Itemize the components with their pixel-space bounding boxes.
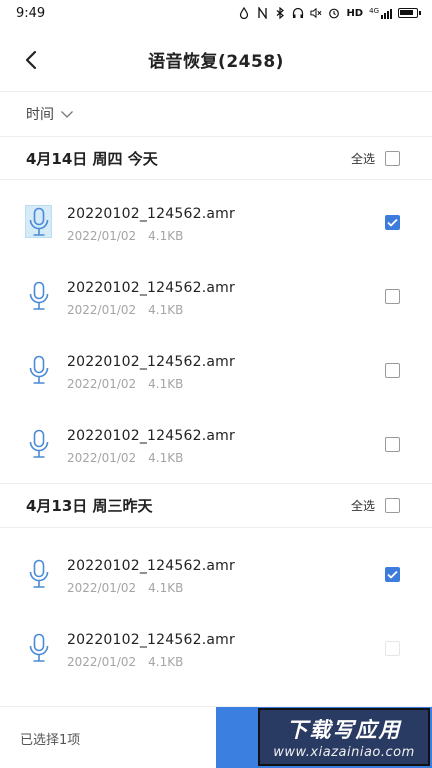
select-all-label: 全选	[350, 151, 375, 166]
watermark-url: www.xiazainiao.com	[273, 745, 415, 760]
group-title: 4月14日 周四 今天	[26, 149, 158, 168]
select-all-checkbox[interactable]	[385, 497, 400, 513]
select-all-label: 全选	[350, 498, 375, 513]
file-date: 2022/01/02	[67, 303, 137, 317]
headphones-icon	[292, 7, 304, 19]
status-bar: 9:49 HD 4G	[0, 0, 432, 26]
selected-count: 已选择1项	[20, 733, 81, 748]
file-date: 2022/01/02	[67, 655, 137, 669]
file-size: 4.1KB	[148, 377, 184, 391]
microphone-icon	[25, 353, 52, 386]
page-title: 语音恢复(2458)	[148, 51, 284, 72]
list-item[interactable]: 20220102_124562.amr 2022/01/02 4.1KB	[0, 407, 432, 481]
checkmark-icon	[387, 570, 398, 579]
item-checkbox[interactable]	[385, 437, 400, 452]
back-button[interactable]	[20, 48, 44, 72]
group-divider	[0, 179, 432, 180]
group-title: 4月13日 周三昨天	[26, 496, 153, 515]
file-name: 20220102_124562.amr	[67, 206, 235, 222]
group-divider	[0, 527, 432, 528]
item-checkbox[interactable]	[385, 567, 400, 582]
signal-icon: 4G	[369, 6, 392, 19]
select-all-today[interactable]: 全选	[351, 150, 400, 167]
file-size: 4.1KB	[148, 451, 184, 465]
select-all-yesterday[interactable]: 全选	[351, 497, 400, 514]
list-item[interactable]: 20220102_124562.amr 2022/01/02 4.1KB	[0, 611, 432, 685]
chevron-down-icon	[61, 111, 73, 118]
alarm-icon	[328, 7, 340, 19]
group-header-yesterday: 4月13日 周三昨天 全选	[0, 484, 432, 526]
time-filter-dropdown[interactable]: 时间	[0, 92, 432, 136]
file-name: 20220102_124562.amr	[67, 280, 235, 296]
microphone-icon	[25, 205, 52, 238]
chevron-left-icon	[25, 50, 37, 70]
item-checkbox[interactable]	[385, 215, 400, 230]
file-size: 4.1KB	[148, 655, 184, 669]
list-item[interactable]: 20220102_124562.amr 2022/01/02 4.1KB	[0, 259, 432, 333]
file-name: 20220102_124562.amr	[67, 354, 235, 370]
file-size: 4.1KB	[148, 581, 184, 595]
time-filter-label: 时间	[26, 107, 54, 123]
hd-label: HD	[346, 7, 364, 19]
file-date: 2022/01/02	[67, 581, 137, 595]
microphone-icon	[25, 557, 52, 590]
file-name: 20220102_124562.amr	[67, 558, 235, 574]
microphone-icon	[25, 631, 52, 664]
list-item[interactable]: 20220102_124562.amr 2022/01/02 4.1KB	[0, 185, 432, 259]
group-header-today: 4月14日 周四 今天 全选	[0, 137, 432, 179]
watermark-logo: 下载写应用 www.xiazainiao.com	[258, 708, 430, 766]
file-date: 2022/01/02	[67, 229, 137, 243]
select-all-checkbox[interactable]	[385, 150, 400, 166]
file-date: 2022/01/02	[67, 377, 137, 391]
file-name: 20220102_124562.amr	[67, 632, 235, 648]
checkmark-icon	[387, 218, 398, 227]
file-date: 2022/01/02	[67, 451, 137, 465]
bluetooth-icon	[274, 7, 286, 19]
status-time: 9:49	[16, 5, 46, 21]
file-name: 20220102_124562.amr	[67, 428, 235, 444]
battery-icon	[398, 8, 421, 18]
nfc-icon	[256, 7, 268, 19]
file-size: 4.1KB	[148, 229, 184, 243]
water-drop-icon	[238, 7, 250, 19]
list-item[interactable]: 20220102_124562.amr 2022/01/02 4.1KB	[0, 537, 432, 611]
item-checkbox[interactable]	[385, 641, 400, 656]
item-checkbox[interactable]	[385, 289, 400, 304]
signal-label: 4G	[369, 6, 379, 15]
watermark-title: 下载写应用	[286, 718, 402, 742]
microphone-icon	[25, 279, 52, 312]
mute-vibrate-icon	[310, 7, 322, 19]
status-icons: HD 4G	[238, 6, 421, 19]
list-item[interactable]: 20220102_124562.amr 2022/01/02 4.1KB	[0, 333, 432, 407]
microphone-icon	[25, 427, 52, 460]
nav-bar: 语音恢复(2458)	[0, 26, 432, 92]
file-size: 4.1KB	[148, 303, 184, 317]
item-checkbox[interactable]	[385, 363, 400, 378]
